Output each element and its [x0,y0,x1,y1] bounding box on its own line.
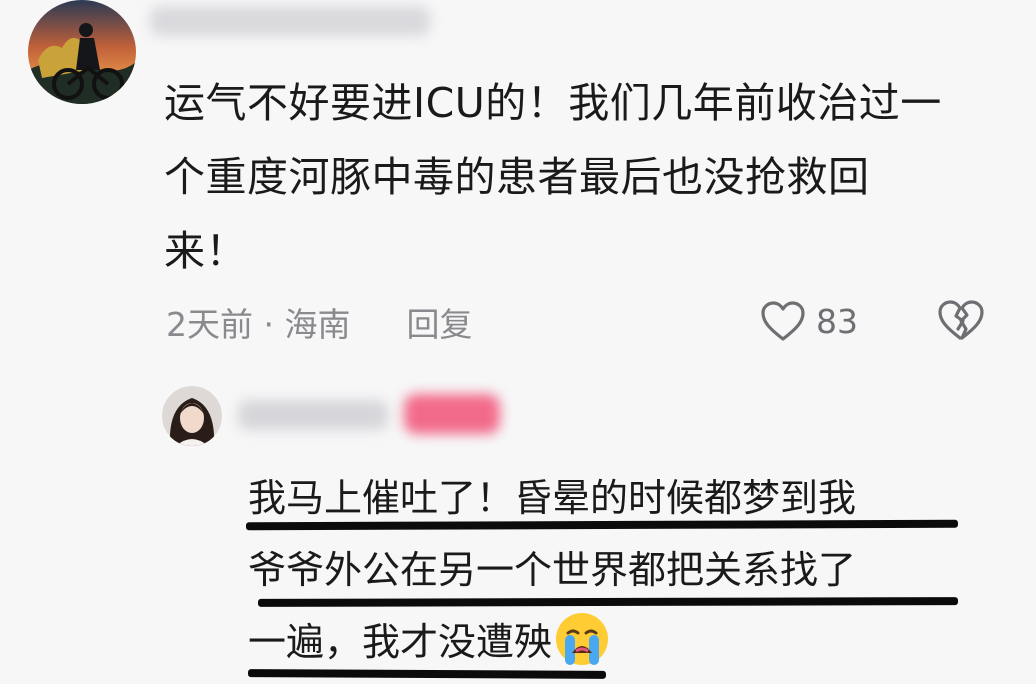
reply-text: 我马上催吐了！昏晕的时候都梦到我 爷爷外公在另一个世界都把关系找了 一遍，我才没… [248,462,1008,678]
reply-line: 爷爷外公在另一个世界都把关系找了 [248,548,857,592]
commenter-username-blurred[interactable] [150,6,430,36]
reply-button[interactable]: 回复 [406,298,472,346]
reply-line-text: 一遍，我才没遭殃 [248,620,553,664]
comment-line: 个重度河豚中毒的患者最后也没抢救回 [164,153,870,201]
dislike-button[interactable] [936,298,984,346]
loudly-crying-face-icon [556,613,609,665]
commenter-avatar[interactable] [28,0,136,104]
comment-meta: 2天前 · 海南 回复 [166,300,472,344]
comment-line: 来！ [164,227,247,275]
broken-heart-icon [938,300,984,340]
like-count: 83 [816,301,858,341]
reply-line: 一遍，我才没遭殃 [248,606,1008,678]
like-button[interactable]: 83 [760,298,858,344]
comment-time-location: 2天前 · 海南 [166,305,351,344]
comment-line: 运气不好要进ICU的！我们几年前收治过一 [164,79,942,127]
heart-icon [761,301,805,341]
replier-badge-blurred [404,394,500,434]
comment-text: 运气不好要进ICU的！我们几年前收治过一 个重度河豚中毒的患者最后也没抢救回 来… [164,66,1004,288]
replier-username-blurred[interactable] [238,400,388,430]
replier-avatar[interactable] [162,386,222,446]
